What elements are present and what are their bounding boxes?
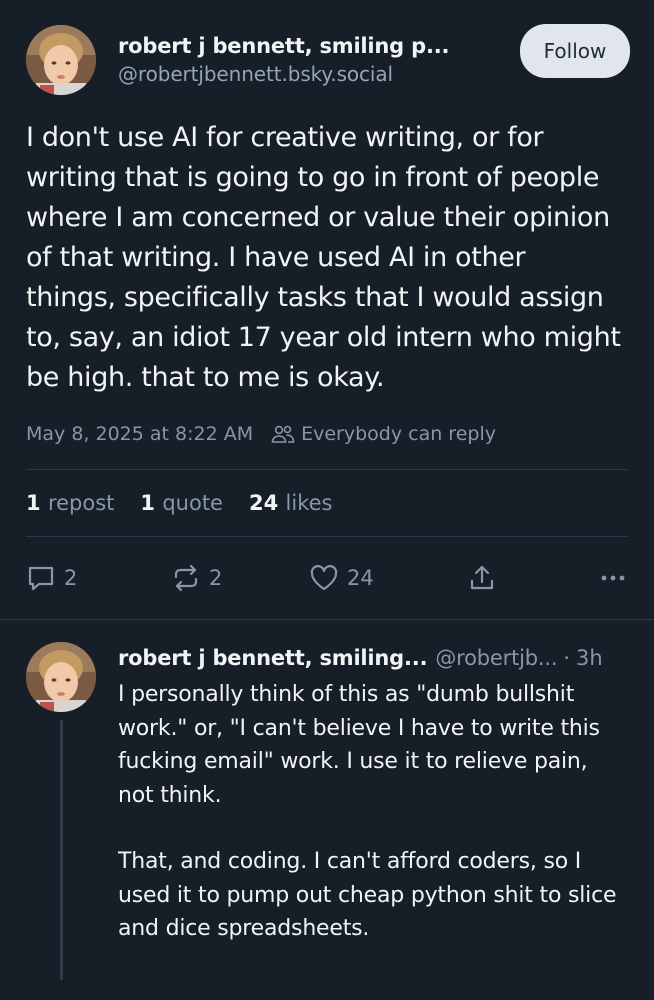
quote-label: quote <box>162 491 223 515</box>
reply-button[interactable]: 2 <box>26 563 171 593</box>
repost-stat[interactable]: 1 repost <box>26 491 114 515</box>
comment-icon <box>26 563 56 593</box>
post-header: robert j bennett, smiling p... @robertjb… <box>26 0 630 118</box>
follow-button[interactable]: Follow <box>520 24 630 78</box>
reply-avatar-column <box>26 642 96 980</box>
reply-header: robert j bennett, smiling... @robertjb..… <box>118 644 628 672</box>
reply-timestamp[interactable]: 3h <box>576 644 603 672</box>
likes-label: likes <box>285 491 333 515</box>
reply-count: 2 <box>64 566 78 590</box>
likes-stat[interactable]: 24 likes <box>249 491 333 515</box>
quote-stat[interactable]: 1 quote <box>140 491 223 515</box>
like-button[interactable]: 24 <box>309 563 467 593</box>
post-actions: 2 2 24 <box>26 537 628 619</box>
post-author: robert j bennett, smiling p... @robertjb… <box>118 32 520 88</box>
child-photo-avatar-icon <box>26 25 96 95</box>
more-icon <box>598 563 628 593</box>
reply-text: I personally think of this as "dumb bull… <box>118 678 628 946</box>
reply-paragraph: I personally think of this as "dumb bull… <box>118 682 600 808</box>
heart-icon <box>309 563 339 593</box>
share-icon <box>467 563 497 593</box>
people-icon <box>271 424 295 444</box>
reply-avatar[interactable] <box>26 642 96 712</box>
reply-author-handle[interactable]: @robertjb... <box>435 644 557 672</box>
author-display-name[interactable]: robert j bennett, smiling p... <box>118 32 520 60</box>
like-count: 24 <box>347 566 374 590</box>
reply-author-name[interactable]: robert j bennett, smiling... <box>118 644 428 672</box>
share-button[interactable] <box>467 563 579 593</box>
post-text: I don't use AI for creative writing, or … <box>26 122 621 393</box>
thread-line <box>59 720 63 980</box>
quote-count: 1 <box>140 491 163 515</box>
reply-setting: Everybody can reply <box>301 423 496 445</box>
post-thread-page: robert j bennett, smiling p... @robertjb… <box>0 0 654 1000</box>
child-photo-avatar-icon <box>26 642 96 712</box>
author-handle[interactable]: @robertjbennett.bsky.social <box>118 60 520 88</box>
repost-action-count: 2 <box>209 566 223 590</box>
repost-icon <box>171 563 201 593</box>
main-post: robert j bennett, smiling p... @robertjb… <box>0 0 654 619</box>
post-timestamp[interactable]: May 8, 2025 at 8:22 AM <box>26 423 253 445</box>
repost-button[interactable]: 2 <box>171 563 309 593</box>
repost-label: repost <box>47 491 115 515</box>
reply-content: robert j bennett, smiling... @robertjb..… <box>118 642 628 980</box>
reply-paragraph: That, and coding. I can't afford coders,… <box>118 849 617 941</box>
repost-count: 1 <box>26 491 48 515</box>
avatar[interactable] <box>26 25 96 95</box>
likes-count: 24 <box>248 491 286 515</box>
reply-separator: · <box>563 646 570 670</box>
post-meta: May 8, 2025 at 8:22 AM Everybody can rep… <box>26 420 628 448</box>
more-options-button[interactable] <box>598 563 628 593</box>
reply-post[interactable]: robert j bennett, smiling... @robertjb..… <box>0 620 654 980</box>
post-stats: 1 repost 1 quote 24 likes <box>26 470 628 536</box>
